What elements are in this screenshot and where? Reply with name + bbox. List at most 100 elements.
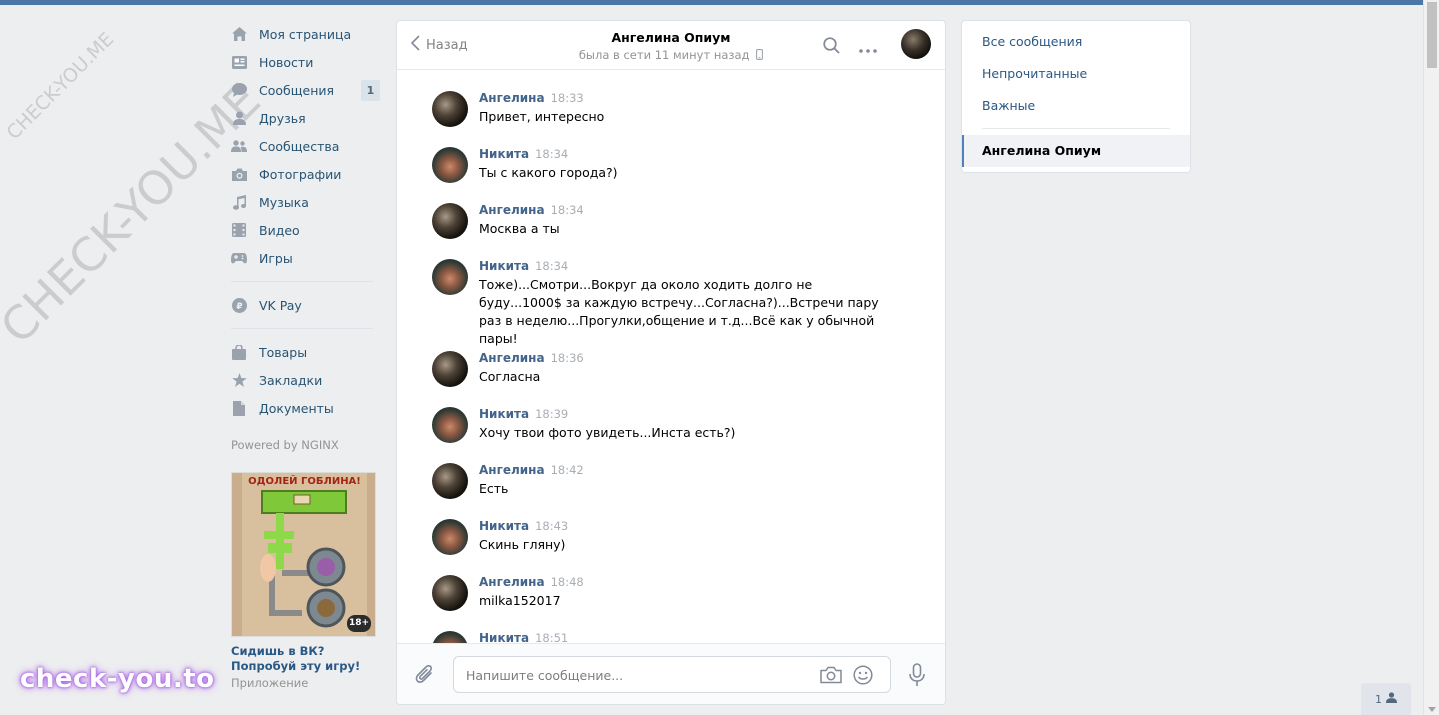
person-icon [1386,692,1397,706]
filter-all-messages[interactable]: Все сообщения [982,34,1082,49]
message-input[interactable] [466,666,806,684]
nav-item-vk-pay[interactable]: ₽ VK Pay [228,291,388,319]
message-author-avatar[interactable] [432,91,468,127]
message-author[interactable]: Никита [479,259,529,273]
message-author[interactable]: Ангелина [479,575,545,589]
nav-item-communities[interactable]: Сообщества [228,132,388,160]
nav-label: Друзья [259,110,306,126]
ad-title[interactable]: Сидишь в ВК? Попробуй эту игру! [231,644,376,674]
message-meta: Ангелина 18:33 [479,91,584,106]
nav-item-news[interactable]: Новости [228,48,388,76]
message-input-box[interactable] [453,656,891,693]
video-icon [231,222,247,238]
scrollbar-thumb[interactable] [1427,2,1437,68]
message-time: 18:36 [550,351,584,365]
message-text: Москва а ты [479,221,560,236]
message-text: Тоже)...Смотри...Вокруг да около ходить … [479,277,879,346]
nav-item-video[interactable]: Видео [228,216,388,244]
scroll-down-arrow-icon[interactable] [1428,707,1436,712]
smile-icon[interactable] [853,665,873,689]
message-author-avatar[interactable] [432,631,468,643]
top-header-bar [0,0,1423,5]
message-text: Ты с какого города?) [479,165,618,180]
message-text: Хочу твои фото увидеть...Инста есть?) [479,425,736,440]
message-text: Есть [479,481,509,496]
messages-count-badge: 1 [361,80,380,101]
message-author[interactable]: Ангелина [479,91,545,105]
nav-label: Моя страница [259,26,352,42]
age-rating-badge: 18+ [348,618,370,628]
message-time: 18:42 [550,463,584,477]
nav-label: Игры [259,250,293,266]
nav-label: Сообщества [259,138,340,154]
online-status-text: была в сети 11 минут назад [578,48,750,62]
ad-image[interactable]: ОДОЛЕЙ ГОБЛИНА! 18+ [231,472,376,637]
message-author[interactable]: Никита [479,407,529,421]
message-meta: Никита 18:34 [479,259,568,274]
active-conversation-item[interactable]: Ангелина Опиум [962,135,1190,167]
message-author-avatar[interactable] [432,147,468,183]
nav-item-photos[interactable]: Фотографии [228,160,388,188]
message-text: milka152017 [479,593,561,608]
nav-item-bookmarks[interactable]: Закладки [228,366,388,394]
message-author[interactable]: Ангелина [479,203,545,217]
message-filters-panel: Все сообщения Непрочитанные Важные Ангел… [961,20,1191,173]
nav-item-friends[interactable]: Друзья [228,104,388,132]
search-icon[interactable] [823,37,840,58]
message-author-avatar[interactable] [432,575,468,611]
page-scrollbar[interactable] [1423,0,1439,715]
bag-icon [231,344,247,360]
active-conversation-name: Ангелина Опиум [982,143,1102,158]
chat-avatar[interactable] [901,29,931,59]
message-author-avatar[interactable] [432,463,468,499]
message-text: Скинь гляну) [479,537,566,552]
message-meta: Ангелина 18:48 [479,575,584,590]
nav-item-my-page[interactable]: Моя страница [228,20,388,48]
message-author-avatar[interactable] [432,519,468,555]
message-meta: Никита 18:43 [479,519,568,534]
message-meta: Никита 18:34 [479,147,568,162]
message-author-avatar[interactable] [432,259,468,295]
message-author[interactable]: Ангелина [479,463,545,477]
nav-item-goods[interactable]: Товары [228,338,388,366]
filter-unread[interactable]: Непрочитанные [982,66,1087,81]
powered-by-text: Powered by NGINX [231,438,339,452]
friends-icon [231,110,247,126]
message-author[interactable]: Ангелина [479,351,545,365]
nav-label: Документы [259,400,334,416]
message-time: 18:51 [535,631,569,643]
nav-label: Сообщения [259,82,335,98]
nav-divider [231,281,373,282]
message-author[interactable]: Никита [479,147,529,161]
watermark-site-name: check-you.to [20,664,215,694]
paperclip-icon[interactable] [415,664,435,690]
message-meta: Ангелина 18:34 [479,203,584,218]
message-history[interactable]: Ангелина 18:33 Привет, интересно Никита 18:3… [397,71,945,643]
message-time: 18:34 [535,147,569,161]
message-meta: Ангелина 18:36 [479,351,584,366]
nav-label: Фотографии [259,166,342,182]
gamepad-icon [231,250,247,266]
message-author[interactable]: Никита [479,519,529,533]
message-text: Согласна [479,369,541,384]
camera-icon[interactable] [820,666,842,688]
filter-important[interactable]: Важные [982,98,1035,113]
message-author[interactable]: Никита [479,631,529,643]
message-author-avatar[interactable] [432,407,468,443]
nav-item-documents[interactable]: Документы [228,394,388,422]
nav-item-music[interactable]: Музыка [228,188,388,216]
filter-divider [982,128,1170,129]
star-icon [231,372,247,388]
camera-icon [231,166,247,182]
nav-item-messages[interactable]: Сообщения 1 [228,76,388,104]
message-author-avatar[interactable] [432,351,468,387]
more-dots-icon[interactable] [859,42,877,57]
message-author-avatar[interactable] [432,203,468,239]
left-navigation: Моя страница Новости Сообщения 1 Друзья … [228,20,388,690]
messages-icon [231,82,247,98]
chat-header: Назад Ангелина Опиум была в сети 11 мину… [397,21,945,70]
game-advertisement[interactable]: ОДОЛЕЙ ГОБЛИНА! 18+ Сидишь в ВК? Попробу… [231,472,376,690]
nav-item-games[interactable]: Игры [228,244,388,272]
online-friends-button[interactable]: 1 [1361,683,1411,715]
microphone-icon[interactable] [908,663,926,691]
